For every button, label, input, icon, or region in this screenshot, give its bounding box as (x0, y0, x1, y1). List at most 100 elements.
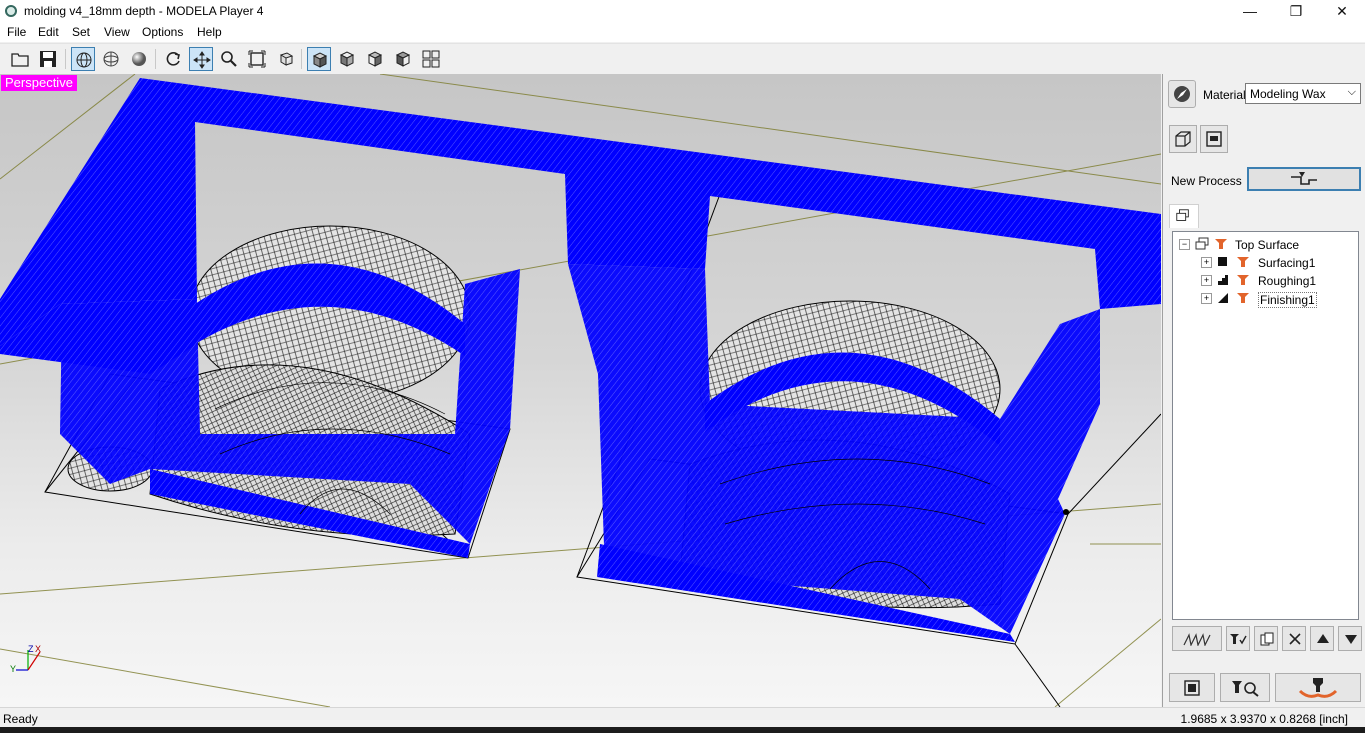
preview-cutting-button[interactable] (1220, 673, 1270, 702)
cutter-check-icon (1230, 634, 1247, 645)
process-tree: − Top Surface + Surfacing1 + Roughing1 +… (1172, 231, 1359, 620)
left-view-icon (395, 51, 411, 67)
menu-help[interactable]: Help (197, 25, 222, 39)
zoom-box-button[interactable] (273, 47, 297, 71)
axis-x-label: X (35, 644, 41, 654)
cutter-icon (1237, 257, 1249, 267)
menu-file[interactable]: File (7, 25, 26, 39)
move-down-button[interactable] (1338, 626, 1362, 651)
tree-item-surfacing[interactable]: + Surfacing1 (1201, 254, 1351, 271)
3d-viewport[interactable]: Perspective Z X Y (0, 74, 1161, 707)
rotate-icon (166, 52, 180, 66)
copy-icon (1260, 632, 1274, 646)
toolpath-preview-button[interactable] (1172, 626, 1222, 651)
rotate-button[interactable] (161, 47, 185, 71)
tree-item-top-surface[interactable]: − Top Surface (1179, 236, 1349, 253)
new-process-label: New Process (1171, 174, 1242, 188)
wireframe-view-button[interactable] (71, 47, 95, 71)
process-edit-button[interactable] (1226, 626, 1250, 651)
save-button[interactable] (36, 47, 60, 71)
toolpath-icon (1183, 633, 1211, 646)
layers-icon (1176, 209, 1189, 221)
four-views-button[interactable] (419, 47, 443, 71)
toolbar (0, 43, 1365, 75)
delete-button[interactable] (1282, 626, 1306, 651)
stop-icon (1184, 680, 1200, 696)
move-button[interactable] (189, 47, 213, 71)
collapse-icon[interactable]: − (1179, 239, 1190, 250)
cut-button[interactable] (1275, 673, 1361, 702)
right-view-button[interactable] (363, 47, 387, 71)
model-size-readout: 1.9685 x 3.9370 x 0.8268 [inch] (1180, 712, 1348, 726)
machine-button[interactable] (1168, 80, 1196, 108)
tree-item-label: Surfacing1 (1258, 256, 1316, 270)
status-bar: Ready 1.9685 x 3.9370 x 0.8268 [inch] (0, 707, 1365, 727)
maximize-button[interactable]: ❐ (1273, 0, 1319, 23)
save-icon (40, 51, 56, 67)
toolbar-separator (155, 49, 156, 69)
toolbar-separator (65, 49, 66, 69)
front-view-button[interactable] (335, 47, 359, 71)
four-views-icon (422, 50, 440, 68)
cutter-icon (1237, 293, 1249, 303)
surface-icon (1195, 237, 1209, 250)
expand-icon[interactable]: + (1201, 275, 1212, 286)
tree-item-label: Finishing1 (1258, 292, 1317, 308)
origin-point (1063, 509, 1069, 515)
title-bar: molding v4_18mm depth - MODELA Player 4 … (0, 0, 1365, 23)
menu-options[interactable]: Options (142, 25, 183, 39)
copy-button[interactable] (1254, 626, 1278, 651)
stop-button[interactable] (1169, 673, 1215, 702)
toolpath-scene (0, 74, 1161, 707)
perspective-view-button[interactable] (307, 47, 331, 71)
wireframe-sphere-button[interactable] (99, 47, 123, 71)
tab-process-tree[interactable] (1169, 204, 1199, 228)
material-value: Modeling Wax (1250, 87, 1326, 101)
roughing-icon (1218, 275, 1228, 285)
material-label: Material (1203, 88, 1246, 102)
arrow-down-icon (1345, 635, 1357, 644)
surfacing-icon (1218, 257, 1227, 266)
zoom-icon (221, 51, 237, 67)
model-origin-button[interactable] (1200, 125, 1228, 153)
chevron-down-icon: ⌵ (1347, 86, 1356, 98)
close-button[interactable]: ✕ (1319, 0, 1365, 23)
expand-icon[interactable]: + (1201, 293, 1212, 304)
fit-to-window-button[interactable] (245, 47, 269, 71)
expand-icon[interactable]: + (1201, 257, 1212, 268)
process-panel: Material Modeling Wax ⌵ New Process − To… (1162, 74, 1365, 707)
perspective-view-icon (312, 52, 328, 68)
tree-item-roughing[interactable]: + Roughing1 (1201, 272, 1351, 289)
model-size-button[interactable] (1169, 125, 1197, 153)
axis-indicator: Z X Y (10, 644, 41, 674)
cut-icon (1298, 678, 1338, 698)
view-mode-label: Perspective (1, 75, 77, 91)
material-select[interactable]: Modeling Wax ⌵ (1245, 83, 1361, 104)
finishing-icon (1218, 293, 1228, 303)
zoom-button[interactable] (217, 47, 241, 71)
wireframe-sphere-icon (103, 51, 119, 67)
compass-icon (1174, 86, 1190, 102)
new-process-icon (1291, 172, 1317, 185)
menu-edit[interactable]: Edit (38, 25, 59, 39)
right-view-icon (367, 51, 383, 67)
axis-y-label: Y (10, 664, 16, 674)
left-view-button[interactable] (391, 47, 415, 71)
fit-to-window-icon (248, 50, 266, 68)
tree-item-label: Roughing1 (1258, 274, 1317, 288)
zoom-box-icon (279, 52, 294, 66)
menu-set[interactable]: Set (72, 25, 90, 39)
move-up-button[interactable] (1310, 626, 1334, 651)
tree-item-label: Top Surface (1235, 238, 1300, 252)
axis-z-label: Z (28, 644, 34, 654)
minimize-button[interactable]: — (1227, 0, 1273, 23)
open-button[interactable] (8, 47, 32, 71)
arrow-up-icon (1317, 634, 1329, 643)
wireframe-view-icon (76, 52, 92, 68)
new-process-button[interactable] (1247, 167, 1361, 191)
shaded-sphere-button[interactable] (127, 47, 151, 71)
tree-item-finishing[interactable]: + Finishing1 (1201, 290, 1351, 308)
app-icon (5, 5, 17, 17)
cube-outline-icon (1175, 131, 1191, 147)
menu-view[interactable]: View (104, 25, 130, 39)
